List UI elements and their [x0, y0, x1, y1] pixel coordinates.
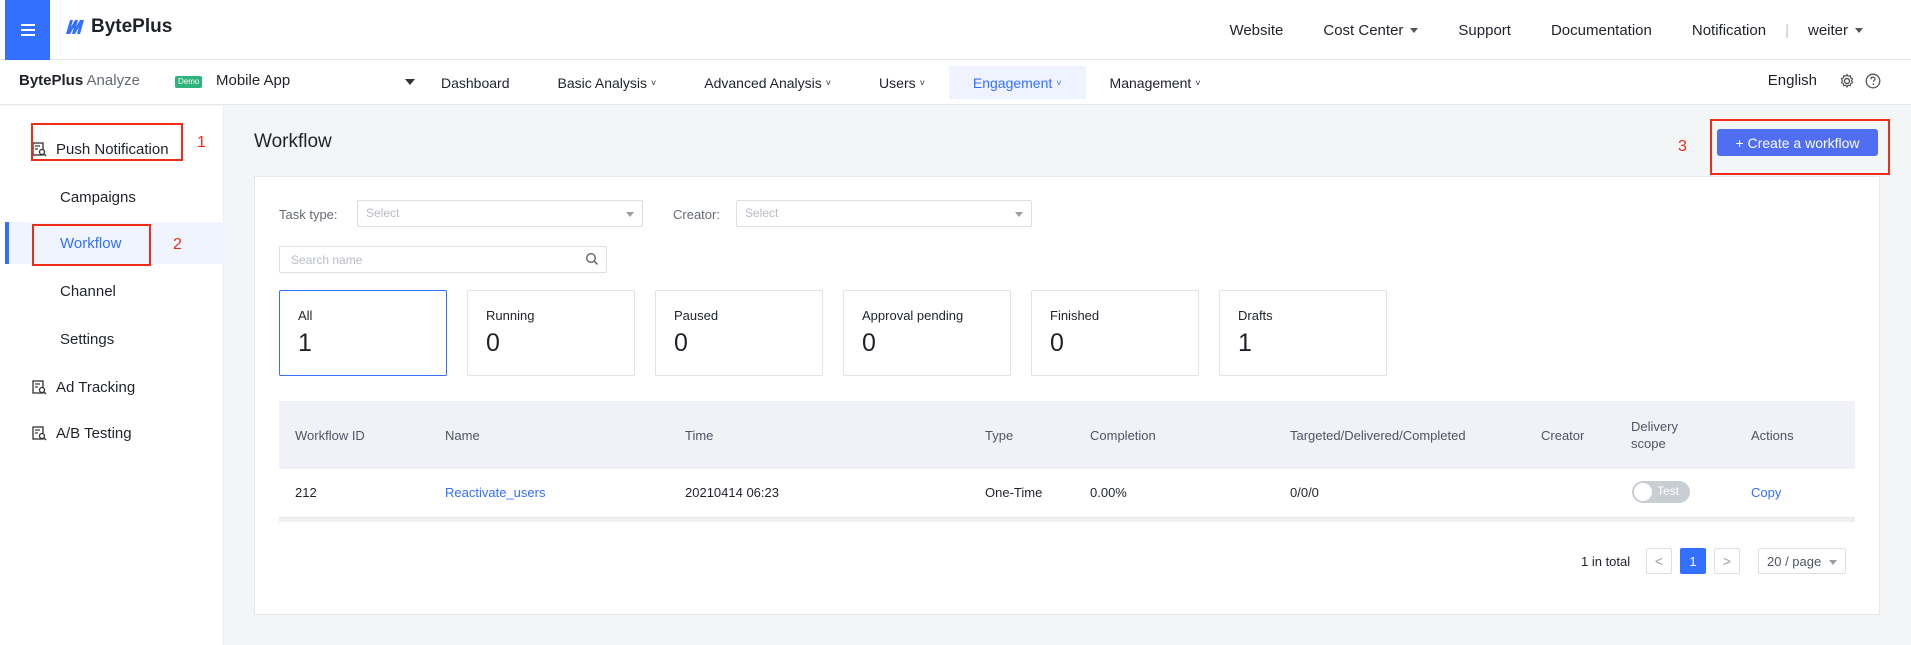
sidebar-item-channel[interactable]: Channel [5, 270, 224, 312]
report-icon [32, 425, 47, 441]
workflow-type: One-Time [985, 485, 1043, 500]
status-card-all[interactable]: All 1 [279, 290, 447, 376]
caret-down-icon [626, 212, 634, 217]
page-title: Workflow [254, 131, 332, 152]
workflow-time: 20210414 06:23 [685, 485, 779, 500]
brand-logo[interactable]: BytePlus [66, 16, 172, 38]
status-card-finished[interactable]: Finished 0 [1031, 290, 1199, 376]
workflow-panel: Task type: Select Creator: Select Search… [254, 176, 1880, 615]
caret-down-icon [1015, 212, 1023, 217]
nav-advanced-analysis[interactable]: Advanced Analysis ˅ [680, 66, 855, 99]
next-page-button[interactable]: > [1714, 548, 1740, 574]
product-bar: BytePlus Analyze Demo Mobile App Dashboa… [0, 60, 1911, 105]
copy-link[interactable]: Copy [1751, 485, 1781, 500]
column-header: Actions [1751, 428, 1794, 443]
column-header: Workflow ID [295, 428, 365, 443]
column-header: Creator [1541, 428, 1585, 443]
table-header: Workflow ID Name Time Type Completion Ta… [279, 401, 1855, 469]
sidebar-item-campaigns[interactable]: Campaigns [5, 176, 224, 218]
top-nav: Website Cost Center Support Documentatio… [1229, 0, 1911, 60]
caret-down-icon [1829, 560, 1837, 565]
demo-badge: Demo [175, 76, 203, 88]
nav-basic-analysis[interactable]: Basic Analysis ˅ [534, 66, 681, 99]
status-card-approval-pending[interactable]: Approval pending 0 [843, 290, 1011, 376]
table-row: 212 Reactivate_users 20210414 06:23 One-… [279, 469, 1855, 518]
prev-page-button[interactable]: < [1646, 548, 1672, 574]
status-card-drafts[interactable]: Drafts 1 [1219, 290, 1387, 376]
annotation-box-2 [32, 224, 151, 266]
column-header: Time [685, 428, 714, 443]
brand-name: BytePlus [91, 16, 173, 37]
search-input[interactable]: Search name [279, 246, 607, 273]
main-nav: Dashboard Basic Analysis ˅ Advanced Analy… [417, 66, 1225, 99]
sidebar-item-label: Ad Tracking [56, 378, 136, 396]
workflow-id: 212 [295, 485, 317, 500]
app-selector[interactable]: Mobile App [216, 72, 290, 89]
caret-down-icon [1855, 27, 1863, 33]
sidebar-item-label: Campaigns [60, 188, 136, 206]
toggle-knob [1634, 483, 1652, 501]
top-nav-documentation[interactable]: Documentation [1551, 22, 1652, 39]
product-bar-right: English [1768, 72, 1881, 89]
sidebar-item-ad-tracking[interactable]: Ad Tracking [5, 366, 224, 408]
nav-engagement[interactable]: Engagement ˅ [948, 66, 1086, 99]
byteplus-logo-icon [66, 20, 84, 34]
page-button-current[interactable]: 1 [1680, 548, 1706, 574]
column-header: Delivery scope [1631, 419, 1678, 451]
table-horizontal-scrollbar[interactable] [279, 518, 1855, 522]
caret-down-icon [1410, 27, 1419, 33]
workflow-tdc: 0/0/0 [1290, 485, 1319, 500]
sidebar: Push Notification Campaigns Workflow Cha… [5, 106, 224, 645]
product-name: BytePlus Analyze [19, 72, 140, 89]
workflow-completion: 0.00% [1090, 485, 1127, 500]
gear-icon[interactable] [1839, 72, 1855, 89]
annotation-box-3 [1710, 119, 1890, 175]
creator-select[interactable]: Select [736, 200, 1032, 227]
menu-icon[interactable] [5, 0, 50, 60]
annotation-box-1 [31, 123, 183, 161]
column-header: Targeted/Delivered/Completed [1290, 428, 1466, 443]
report-icon [32, 379, 47, 395]
column-header: Completion [1090, 428, 1156, 443]
status-card-paused[interactable]: Paused 0 [655, 290, 823, 376]
creator-label: Creator: [673, 207, 720, 222]
top-nav-cost-center[interactable]: Cost Center [1323, 22, 1419, 39]
chevron-down-icon: ˅ [1195, 77, 1201, 88]
sidebar-item-settings[interactable]: Settings [5, 318, 224, 360]
nav-dashboard[interactable]: Dashboard [417, 66, 534, 99]
search-icon[interactable] [585, 252, 599, 269]
nav-separator: | [1785, 21, 1789, 39]
workflow-name-link[interactable]: Reactivate_users [445, 485, 545, 500]
chevron-down-icon: ˅ [1056, 77, 1062, 88]
annotation-number-3: 3 [1678, 138, 1687, 155]
page-size-select[interactable]: 20 / page [1758, 548, 1846, 574]
task-type-select[interactable]: Select [357, 200, 643, 227]
sidebar-item-ab-testing[interactable]: A/B Testing [5, 412, 224, 454]
pagination-total: 1 in total [1581, 553, 1631, 569]
language-selector[interactable]: English [1768, 72, 1817, 89]
app-dropdown-icon[interactable] [405, 79, 415, 85]
help-icon[interactable] [1865, 73, 1881, 89]
nav-management[interactable]: Management ˅ [1086, 66, 1225, 99]
annotation-number-2: 2 [173, 236, 182, 253]
top-nav-website[interactable]: Website [1229, 22, 1283, 39]
chevron-down-icon: ˅ [825, 77, 832, 88]
annotation-number-1: 1 [197, 134, 206, 151]
top-bar: BytePlus Website Cost Center Support Doc… [0, 0, 1911, 60]
sidebar-item-label: Channel [60, 282, 116, 300]
top-nav-notification[interactable]: Notification [1692, 22, 1766, 39]
column-header: Name [445, 428, 480, 443]
column-header: Type [985, 428, 1014, 443]
active-indicator [5, 222, 9, 264]
sidebar-item-label: A/B Testing [56, 424, 132, 442]
chevron-down-icon: ˅ [919, 77, 925, 88]
task-type-label: Task type: [279, 207, 338, 222]
user-menu[interactable]: weiter [1808, 22, 1863, 39]
delivery-scope-toggle[interactable]: Test [1632, 481, 1690, 503]
status-card-running[interactable]: Running 0 [467, 290, 635, 376]
top-nav-support[interactable]: Support [1458, 22, 1511, 39]
sidebar-item-label: Settings [60, 330, 115, 348]
nav-users[interactable]: Users ˅ [855, 66, 949, 99]
chevron-down-icon: ˅ [650, 77, 657, 88]
